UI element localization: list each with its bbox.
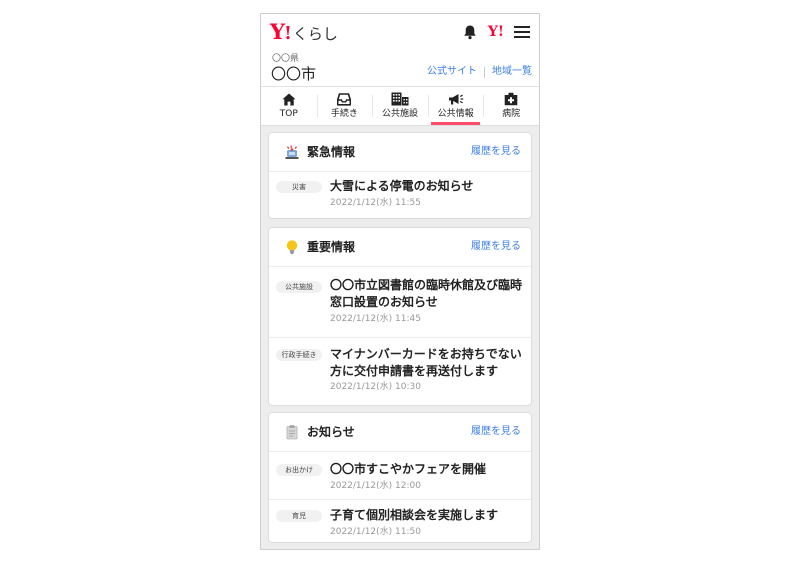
- item-date: 2022/1/12(水) 12:00: [330, 481, 421, 491]
- category-nav: TOP 手続き 公共施設 公共情報 病院: [261, 87, 539, 126]
- nav-label-procedures: 手続き: [330, 109, 358, 119]
- app-header: Y! くらし Y!: [261, 14, 539, 52]
- item-title: 大雪による停電のお知らせ: [330, 179, 474, 193]
- hamburger-menu-icon[interactable]: [514, 25, 530, 39]
- hospital-icon: [504, 91, 518, 107]
- item-category-tag: 災害: [276, 181, 322, 193]
- logo-mark: Y: [270, 19, 285, 44]
- important-info-card: 重要情報 履歴を見る 公共施設 〇〇市立図書館の臨時休館及び臨時窓口設置のお知ら…: [268, 227, 532, 406]
- list-item[interactable]: 災害 大雪による停電のお知らせ 2022/1/12(水) 11:55: [269, 172, 531, 219]
- item-date: 2022/1/12(水) 11:45: [330, 314, 421, 324]
- list-item[interactable]: 育児 子育て個別相談会を実施します 2022/1/12(水) 11:50: [269, 499, 531, 543]
- clipboard-icon: [284, 424, 300, 440]
- item-category-tag: 行政手続き: [276, 349, 322, 361]
- important-card-header: 重要情報 履歴を見る: [269, 228, 531, 267]
- notice-card: お知らせ 履歴を見る お出かけ 〇〇市すこやかフェアを開催 2022/1/12(…: [268, 412, 532, 543]
- megaphone-icon: [448, 91, 464, 107]
- yahoo-mark-icon[interactable]: Y!: [488, 23, 504, 41]
- lightbulb-icon: [284, 239, 300, 255]
- building-icon: [391, 91, 409, 107]
- emergency-info-card: 緊急情報 履歴を見る 災害 大雪による停電のお知らせ 2022/1/12(水) …: [268, 132, 532, 219]
- prefecture-name: 〇〇県: [272, 54, 300, 64]
- inbox-tray-icon: [337, 91, 352, 107]
- emergency-history-link[interactable]: 履歴を見る: [471, 145, 521, 159]
- item-title: 〇〇市立図書館の臨時休館及び臨時窓口設置のお知らせ: [330, 278, 523, 309]
- important-card-title: 重要情報: [307, 240, 356, 254]
- home-icon: [282, 91, 296, 107]
- item-title: マイナンバーカードをお持ちでない方に交付申請書を再送付します: [330, 347, 522, 378]
- emergency-card-title: 緊急情報: [307, 145, 356, 159]
- bell-icon[interactable]: [462, 24, 478, 40]
- emergency-card-header: 緊急情報 履歴を見る: [269, 133, 531, 172]
- official-site-link[interactable]: 公式サイト: [427, 65, 477, 79]
- nav-label-public-info: 公共情報: [437, 109, 474, 119]
- list-item[interactable]: お出かけ 〇〇市すこやかフェアを開催 2022/1/12(水) 12:00: [269, 452, 531, 499]
- city-bar: 〇〇県 〇〇市 公式サイト 地域一覧: [261, 52, 539, 87]
- list-item[interactable]: 公共施設 〇〇市立図書館の臨時休館及び臨時窓口設置のお知らせ 2022/1/12…: [269, 267, 531, 337]
- item-category-tag: 育児: [276, 510, 322, 522]
- notice-card-header: お知らせ 履歴を見る: [269, 413, 531, 452]
- phone-frame: Y! くらし Y! 〇〇県 〇〇市 公式サイト 地域一覧 TOP 手続き 公共施…: [260, 13, 540, 550]
- emergency-siren-icon: [284, 144, 300, 160]
- notice-card-title: お知らせ: [307, 425, 355, 439]
- nav-label-facilities: 公共施設: [381, 109, 418, 119]
- nav-label-hospitals: 病院: [502, 109, 521, 119]
- nav-tab-procedures[interactable]: 手続き: [316, 87, 373, 125]
- item-date: 2022/1/12(水) 11:55: [330, 198, 421, 208]
- notice-history-link[interactable]: 履歴を見る: [471, 425, 521, 439]
- nav-tab-public-info[interactable]: 公共情報: [427, 87, 484, 125]
- item-title: 子育て個別相談会を実施します: [330, 508, 499, 522]
- nav-tab-hospitals[interactable]: 病院: [483, 87, 539, 125]
- logo-text: くらし: [292, 25, 338, 43]
- yahoo-kurashi-logo[interactable]: Y! くらし: [270, 19, 338, 45]
- item-category-tag: お出かけ: [276, 464, 322, 476]
- nav-tab-facilities[interactable]: 公共施設: [372, 87, 428, 125]
- item-category-tag: 公共施設: [276, 281, 322, 293]
- nav-label-top: TOP: [279, 109, 298, 119]
- city-name: 〇〇市: [271, 65, 317, 83]
- region-list-link[interactable]: 地域一覧: [492, 65, 532, 79]
- link-divider: [484, 66, 485, 78]
- important-history-link[interactable]: 履歴を見る: [471, 240, 521, 254]
- logo-bang: !: [284, 23, 292, 44]
- item-date: 2022/1/12(水) 11:50: [330, 527, 421, 537]
- item-title: 〇〇市すこやかフェアを開催: [330, 462, 487, 476]
- nav-tab-top[interactable]: TOP: [261, 87, 317, 125]
- item-date: 2022/1/12(水) 10:30: [330, 382, 421, 392]
- list-item[interactable]: 行政手続き マイナンバーカードをお持ちでない方に交付申請書を再送付します 202…: [269, 337, 531, 406]
